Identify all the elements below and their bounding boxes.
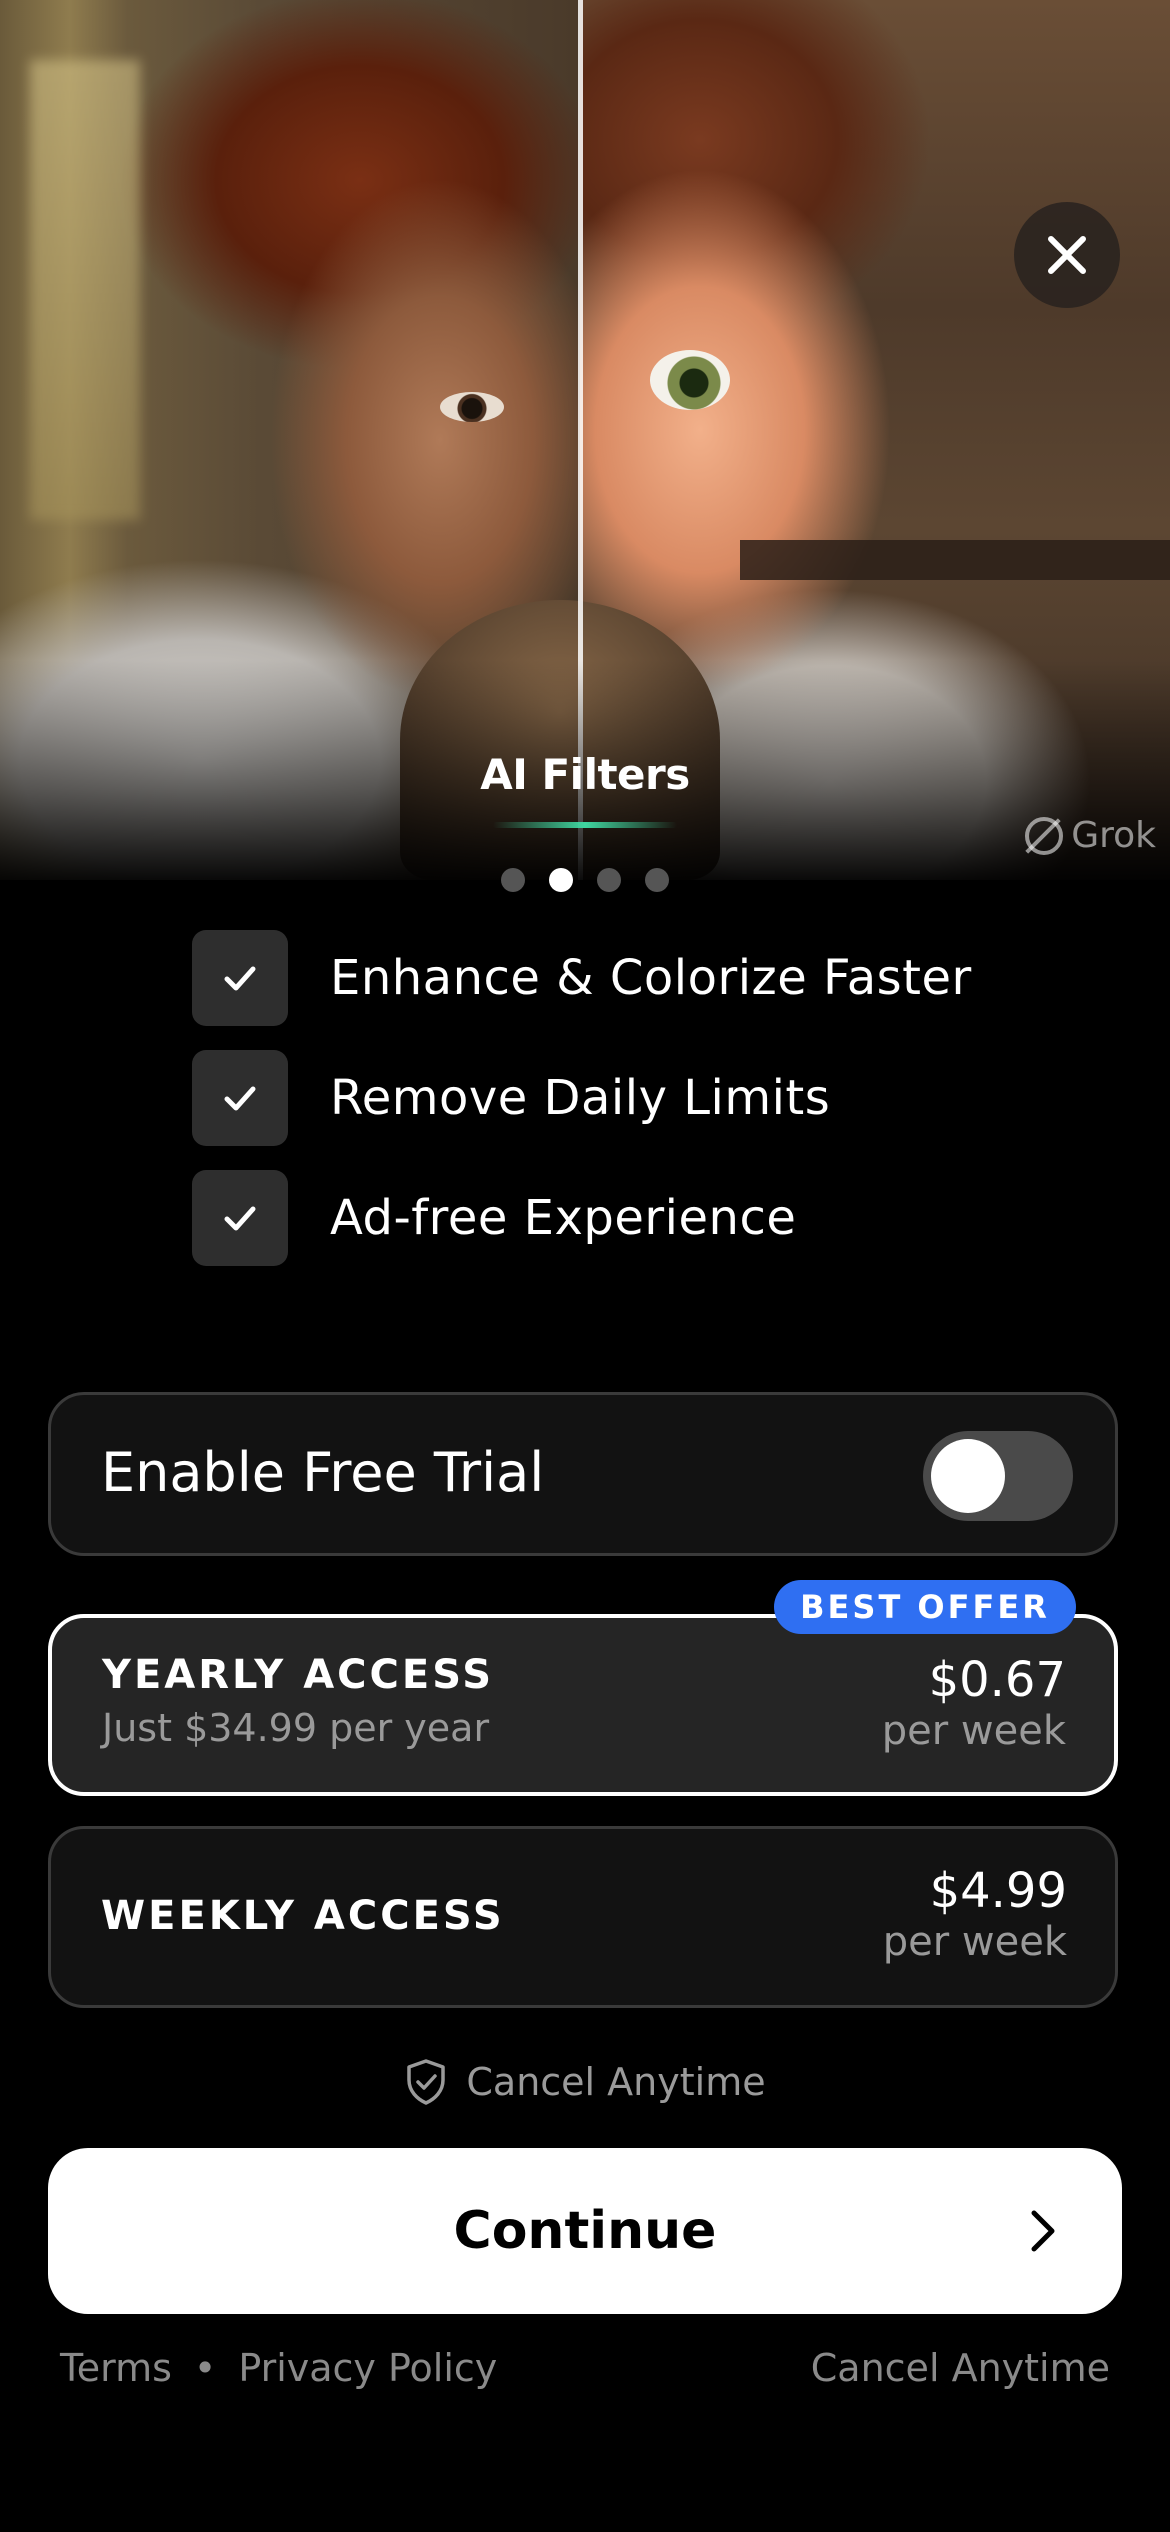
close-icon xyxy=(1048,236,1086,274)
filter-underline xyxy=(493,822,677,828)
page-dot[interactable] xyxy=(645,868,669,892)
free-trial-label: Enable Free Trial xyxy=(101,1441,545,1504)
feature-item: Remove Daily Limits xyxy=(192,1050,972,1146)
hero-image: AI Filters Grok xyxy=(0,0,1170,880)
page-dot[interactable] xyxy=(597,868,621,892)
plan-name: WEEKLY ACCESS xyxy=(101,1893,505,1939)
page-dot-active[interactable] xyxy=(549,868,573,892)
plan-price: $0.67 xyxy=(928,1652,1066,1708)
watermark: Grok xyxy=(1025,815,1156,856)
hero-cartoon-eye xyxy=(650,350,730,410)
hero-window-light xyxy=(30,60,140,520)
free-trial-row[interactable]: Enable Free Trial xyxy=(48,1392,1118,1556)
grok-logo-icon xyxy=(1025,816,1064,855)
cancel-anytime-link[interactable]: Cancel Anytime xyxy=(811,2346,1110,2390)
plan-subtitle: Just $34.99 per year xyxy=(102,1706,490,1750)
feature-label: Ad-free Experience xyxy=(330,1190,797,1246)
cancel-anytime-text: Cancel Anytime xyxy=(466,2060,766,2104)
checkbox xyxy=(192,1050,288,1146)
plan-period: per week xyxy=(882,1919,1067,1965)
free-trial-toggle[interactable] xyxy=(923,1431,1073,1521)
plan-name: YEARLY ACCESS xyxy=(102,1652,495,1698)
page-dot[interactable] xyxy=(501,868,525,892)
continue-label: Continue xyxy=(453,2201,717,2261)
close-button[interactable] xyxy=(1014,202,1120,308)
plan-price: $4.99 xyxy=(929,1863,1067,1919)
plan-weekly[interactable]: WEEKLY ACCESS $4.99 per week xyxy=(48,1826,1118,2008)
cancel-anytime-note: Cancel Anytime xyxy=(0,2058,1170,2106)
filter-title: AI Filters xyxy=(480,750,690,799)
check-icon xyxy=(224,1206,256,1231)
best-offer-badge: BEST OFFER xyxy=(774,1580,1076,1634)
hero-shelf xyxy=(740,540,1170,580)
continue-button[interactable]: Continue xyxy=(48,2148,1122,2314)
shield-check-icon xyxy=(407,2059,446,2105)
feature-list: Enhance & Colorize Faster Remove Daily L… xyxy=(192,930,972,1290)
page-indicator xyxy=(0,868,1170,896)
toggle-knob xyxy=(931,1439,1005,1513)
footer-separator: • xyxy=(193,2346,217,2390)
checkbox xyxy=(192,1170,288,1266)
plan-period: per week xyxy=(881,1708,1066,1754)
feature-label: Remove Daily Limits xyxy=(330,1070,831,1126)
terms-link[interactable]: Terms xyxy=(60,2346,172,2390)
privacy-policy-link[interactable]: Privacy Policy xyxy=(238,2346,497,2390)
hero-real-eye xyxy=(440,392,504,422)
feature-label: Enhance & Colorize Faster xyxy=(330,950,972,1006)
check-icon xyxy=(224,1086,256,1111)
check-icon xyxy=(224,966,256,991)
checkbox xyxy=(192,930,288,1026)
feature-item: Enhance & Colorize Faster xyxy=(192,930,972,1026)
footer: Terms • Privacy Policy Cancel Anytime xyxy=(60,2346,1110,2390)
plan-yearly[interactable]: YEARLY ACCESS Just $34.99 per year $0.67… xyxy=(48,1614,1118,1796)
feature-item: Ad-free Experience xyxy=(192,1170,972,1266)
chevron-right-icon xyxy=(1031,2210,1055,2252)
watermark-text: Grok xyxy=(1071,815,1156,856)
